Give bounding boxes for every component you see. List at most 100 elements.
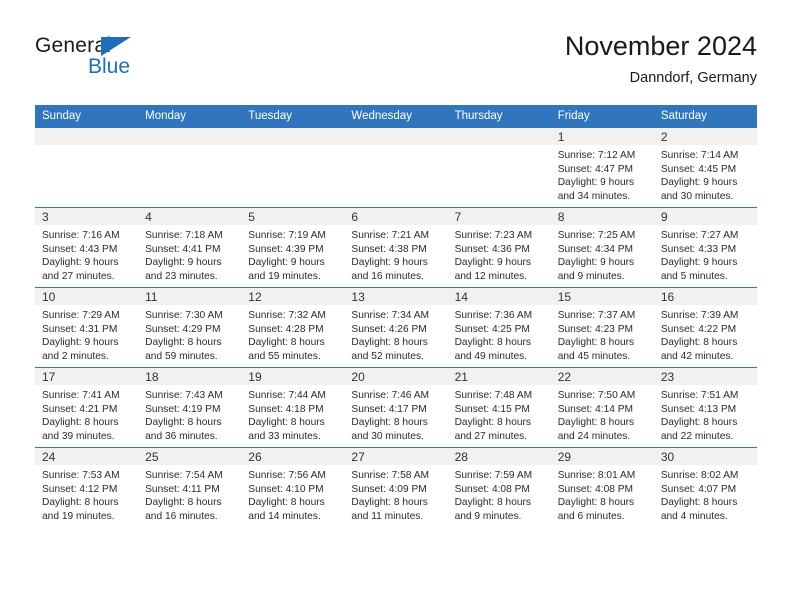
weekday-header-monday: Monday <box>138 105 242 128</box>
calendar-page: General Blue November 2024 Danndorf, Ger… <box>0 0 792 612</box>
calendar-day-cell[interactable]: 8 Sunrise: 7:25 AM Sunset: 4:34 PM Daylight… <box>550 207 654 288</box>
calendar-day-cell[interactable]: 28 Sunrise: 7:59 AM Sunset: 4:08 PM Dayligh… <box>447 447 551 527</box>
calendar-week-row: 10 Sunrise: 7:29 AM Sunset: 4:31 PM Dayligh… <box>35 287 757 368</box>
calendar-day-cell[interactable]: 11 Sunrise: 7:30 AM Sunset: 4:29 PM Dayligh… <box>138 287 242 368</box>
calendar-day-cell[interactable]: 30 Sunrise: 8:02 AM Sunset: 4:07 PM Dayligh… <box>653 447 757 527</box>
calendar-day-cell[interactable]: 14 Sunrise: 7:36 AM Sunset: 4:25 PM Dayligh… <box>447 287 551 368</box>
day-number: 12 <box>241 288 345 305</box>
day-details: Sunrise: 7:34 AM Sunset: 4:26 PM Daylight:… <box>344 305 447 363</box>
calendar-day-cell[interactable]: 21 Sunrise: 7:48 AM Sunset: 4:15 PM Dayligh… <box>447 367 551 448</box>
day-details: Sunrise: 7:18 AM Sunset: 4:41 PM Daylight:… <box>138 225 241 283</box>
daylight-duration-line1: Daylight: 8 hours <box>454 337 532 349</box>
calendar-day-cell[interactable]: 25 Sunrise: 7:54 AM Sunset: 4:11 PM Dayligh… <box>138 447 242 527</box>
day-number: 1 <box>550 128 654 145</box>
calendar-day-cell[interactable]: 15 Sunrise: 7:37 AM Sunset: 4:23 PM Dayligh… <box>550 287 654 368</box>
daylight-duration-line1: Daylight: 8 hours <box>660 417 738 429</box>
calendar-day-cell[interactable]: 29 Sunrise: 8:01 AM Sunset: 4:08 PM Dayligh… <box>550 447 654 527</box>
sunset-time: Sunset: 4:09 PM <box>351 483 427 495</box>
day-number: 30 <box>653 448 757 465</box>
sunrise-time: Sunrise: 7:27 AM <box>660 230 739 241</box>
calendar-week-row: 3 Sunrise: 7:16 AM Sunset: 4:43 PM Daylight… <box>35 207 757 288</box>
calendar-day-cell[interactable]: 1 Sunrise: 7:12 AM Sunset: 4:47 PM Daylight… <box>550 127 654 208</box>
day-number: 17 <box>35 368 139 385</box>
calendar-day-cell[interactable]: 18 Sunrise: 7:43 AM Sunset: 4:19 PM Dayligh… <box>138 367 242 448</box>
sunset-time: Sunset: 4:33 PM <box>660 243 737 255</box>
day-details: Sunrise: 7:59 AM Sunset: 4:08 PM Daylight:… <box>448 465 551 523</box>
daylight-duration-line1: Daylight: 9 hours <box>660 257 738 269</box>
calendar-day-cell[interactable]: 23 Sunrise: 7:51 AM Sunset: 4:13 PM Dayligh… <box>653 367 757 448</box>
day-details: Sunrise: 7:36 AM Sunset: 4:25 PM Daylight:… <box>448 305 551 363</box>
day-details: Sunrise: 7:23 AM Sunset: 4:36 PM Daylight:… <box>448 225 551 283</box>
day-number-band <box>35 128 139 145</box>
sunset-time: Sunset: 4:26 PM <box>351 323 427 335</box>
day-number: 22 <box>550 368 654 385</box>
day-details: Sunrise: 7:43 AM Sunset: 4:19 PM Daylight:… <box>138 385 241 443</box>
calendar-day-cell[interactable]: 26 Sunrise: 7:56 AM Sunset: 4:10 PM Dayligh… <box>241 447 345 527</box>
calendar-day-cell[interactable]: 20 Sunrise: 7:46 AM Sunset: 4:17 PM Dayligh… <box>344 367 448 448</box>
daylight-duration-line2: and 36 minutes. <box>145 430 218 442</box>
calendar-day-cell[interactable]: 6 Sunrise: 7:21 AM Sunset: 4:38 PM Daylight… <box>344 207 448 288</box>
calendar-day-cell[interactable]: 9 Sunrise: 7:27 AM Sunset: 4:33 PM Daylight… <box>653 207 757 288</box>
daylight-duration-line1: Daylight: 8 hours <box>42 417 119 429</box>
daylight-duration-line2: and 34 minutes. <box>557 190 631 202</box>
day-details: Sunrise: 7:29 AM Sunset: 4:31 PM Daylight:… <box>35 305 138 363</box>
day-details: Sunrise: 7:41 AM Sunset: 4:21 PM Daylight:… <box>35 385 138 443</box>
daylight-duration-line2: and 12 minutes. <box>454 270 528 282</box>
daylight-duration-line2: and 5 minutes. <box>660 270 728 282</box>
calendar-day-cell[interactable]: 2 Sunrise: 7:14 AM Sunset: 4:45 PM Daylight… <box>653 127 757 208</box>
calendar-day-cell[interactable]: 27 Sunrise: 7:58 AM Sunset: 4:09 PM Dayligh… <box>344 447 448 527</box>
calendar-day-cell[interactable]: 22 Sunrise: 7:50 AM Sunset: 4:14 PM Dayligh… <box>550 367 654 448</box>
calendar-week-row: 1 Sunrise: 7:12 AM Sunset: 4:47 PM Daylight… <box>35 127 757 208</box>
daylight-duration-line1: Daylight: 9 hours <box>557 177 635 189</box>
calendar-cell-empty <box>447 127 551 208</box>
day-number: 18 <box>138 368 242 385</box>
sunrise-time: Sunrise: 7:29 AM <box>42 310 120 321</box>
sunset-time: Sunset: 4:31 PM <box>42 323 118 335</box>
calendar-day-cell[interactable]: 7 Sunrise: 7:23 AM Sunset: 4:36 PM Daylight… <box>447 207 551 288</box>
sunrise-time: Sunrise: 7:43 AM <box>145 390 223 401</box>
sunset-time: Sunset: 4:28 PM <box>248 323 324 335</box>
day-number: 23 <box>653 368 757 385</box>
day-number: 16 <box>653 288 757 305</box>
calendar-day-cell[interactable]: 5 Sunrise: 7:19 AM Sunset: 4:39 PM Daylight… <box>241 207 345 288</box>
day-number-band <box>344 128 448 145</box>
page-header: General Blue November 2024 Danndorf, Ger… <box>35 30 757 100</box>
sunset-time: Sunset: 4:39 PM <box>248 243 324 255</box>
day-number: 27 <box>344 448 448 465</box>
calendar-day-cell[interactable]: 16 Sunrise: 7:39 AM Sunset: 4:22 PM Dayligh… <box>653 287 757 368</box>
day-number-band <box>138 128 242 145</box>
sunrise-time: Sunrise: 7:39 AM <box>660 310 739 321</box>
day-number: 25 <box>138 448 242 465</box>
day-details: Sunrise: 7:56 AM Sunset: 4:10 PM Daylight:… <box>241 465 344 523</box>
sunrise-time: Sunrise: 7:19 AM <box>248 230 326 241</box>
sunrise-time: Sunrise: 7:12 AM <box>557 150 636 161</box>
calendar-day-cell[interactable]: 10 Sunrise: 7:29 AM Sunset: 4:31 PM Dayligh… <box>35 287 139 368</box>
daylight-duration-line1: Daylight: 8 hours <box>145 497 222 509</box>
calendar-day-cell[interactable]: 3 Sunrise: 7:16 AM Sunset: 4:43 PM Daylight… <box>35 207 139 288</box>
calendar-day-cell[interactable]: 24 Sunrise: 7:53 AM Sunset: 4:12 PM Dayligh… <box>35 447 139 527</box>
title-block: November 2024 Danndorf, Germany <box>565 30 757 89</box>
daylight-duration-line2: and 24 minutes. <box>557 430 631 442</box>
daylight-duration-line1: Daylight: 9 hours <box>351 257 428 269</box>
sunrise-time: Sunrise: 8:02 AM <box>660 470 739 481</box>
calendar-day-cell[interactable]: 13 Sunrise: 7:34 AM Sunset: 4:26 PM Dayligh… <box>344 287 448 368</box>
day-number: 8 <box>550 208 654 225</box>
daylight-duration-line1: Daylight: 8 hours <box>248 497 325 509</box>
calendar-cell-empty <box>344 127 448 208</box>
day-details: Sunrise: 7:46 AM Sunset: 4:17 PM Daylight:… <box>344 385 447 443</box>
daylight-duration-line1: Daylight: 8 hours <box>351 337 428 349</box>
sunrise-time: Sunrise: 7:44 AM <box>248 390 326 401</box>
calendar-day-cell[interactable]: 4 Sunrise: 7:18 AM Sunset: 4:41 PM Daylight… <box>138 207 242 288</box>
sunset-time: Sunset: 4:41 PM <box>145 243 221 255</box>
day-number: 4 <box>138 208 242 225</box>
sunset-time: Sunset: 4:45 PM <box>660 163 737 175</box>
daylight-duration-line1: Daylight: 9 hours <box>42 257 119 269</box>
sunset-time: Sunset: 4:18 PM <box>248 403 324 415</box>
calendar-day-cell[interactable]: 17 Sunrise: 7:41 AM Sunset: 4:21 PM Dayligh… <box>35 367 139 448</box>
calendar-day-cell[interactable]: 12 Sunrise: 7:32 AM Sunset: 4:28 PM Dayligh… <box>241 287 345 368</box>
daylight-duration-line2: and 39 minutes. <box>42 430 115 442</box>
day-details: Sunrise: 7:51 AM Sunset: 4:13 PM Daylight:… <box>654 385 757 443</box>
calendar-day-cell[interactable]: 19 Sunrise: 7:44 AM Sunset: 4:18 PM Dayligh… <box>241 367 345 448</box>
day-number: 10 <box>35 288 139 305</box>
brand-logo[interactable]: General Blue <box>35 34 215 94</box>
